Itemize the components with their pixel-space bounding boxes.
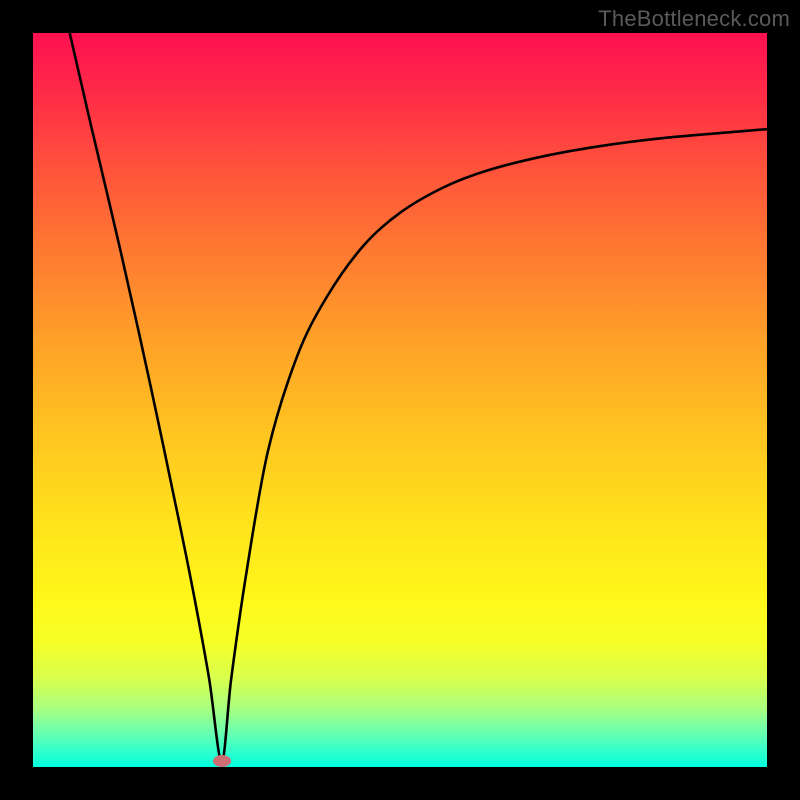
curve-line xyxy=(33,33,767,767)
chart-frame: TheBottleneck.com xyxy=(0,0,800,800)
plot-area xyxy=(33,33,767,767)
minimum-marker xyxy=(213,755,231,767)
watermark-text: TheBottleneck.com xyxy=(598,6,790,32)
